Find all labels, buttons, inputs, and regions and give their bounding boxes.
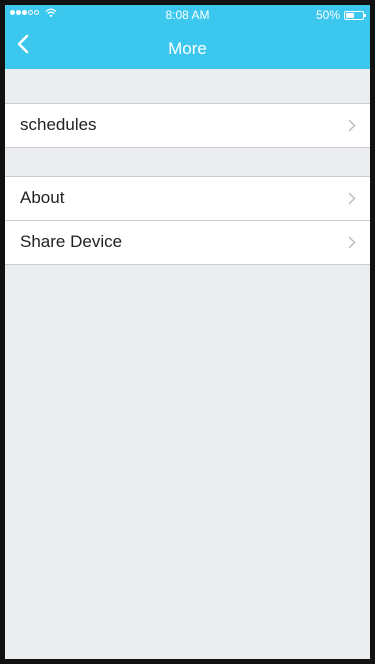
navigation-bar: More [5,25,370,69]
page-title: More [168,39,207,58]
status-bar: 8:08 AM 50% [5,5,370,25]
settings-group-device: About Share Device [5,176,370,265]
battery-percent: 50% [315,8,340,22]
list-item-about[interactable]: About [5,177,370,220]
phone-screen: 8:08 AM 50% More schedules About Share D… [0,0,375,664]
list-item-label: schedules [20,115,97,134]
list-item-share-device[interactable]: Share Device [5,220,370,264]
list-item-schedules[interactable]: schedules [5,104,370,147]
battery-status: 50% [315,8,366,22]
list-item-label: About [20,188,65,207]
chevron-right-icon [348,192,356,205]
battery-icon [344,10,366,20]
app-header: 8:08 AM 50% More [5,5,370,69]
list-item-label: Share Device [20,232,123,251]
chevron-right-icon [348,236,356,249]
chevron-right-icon [348,119,356,132]
settings-group-schedules: schedules [5,103,370,148]
